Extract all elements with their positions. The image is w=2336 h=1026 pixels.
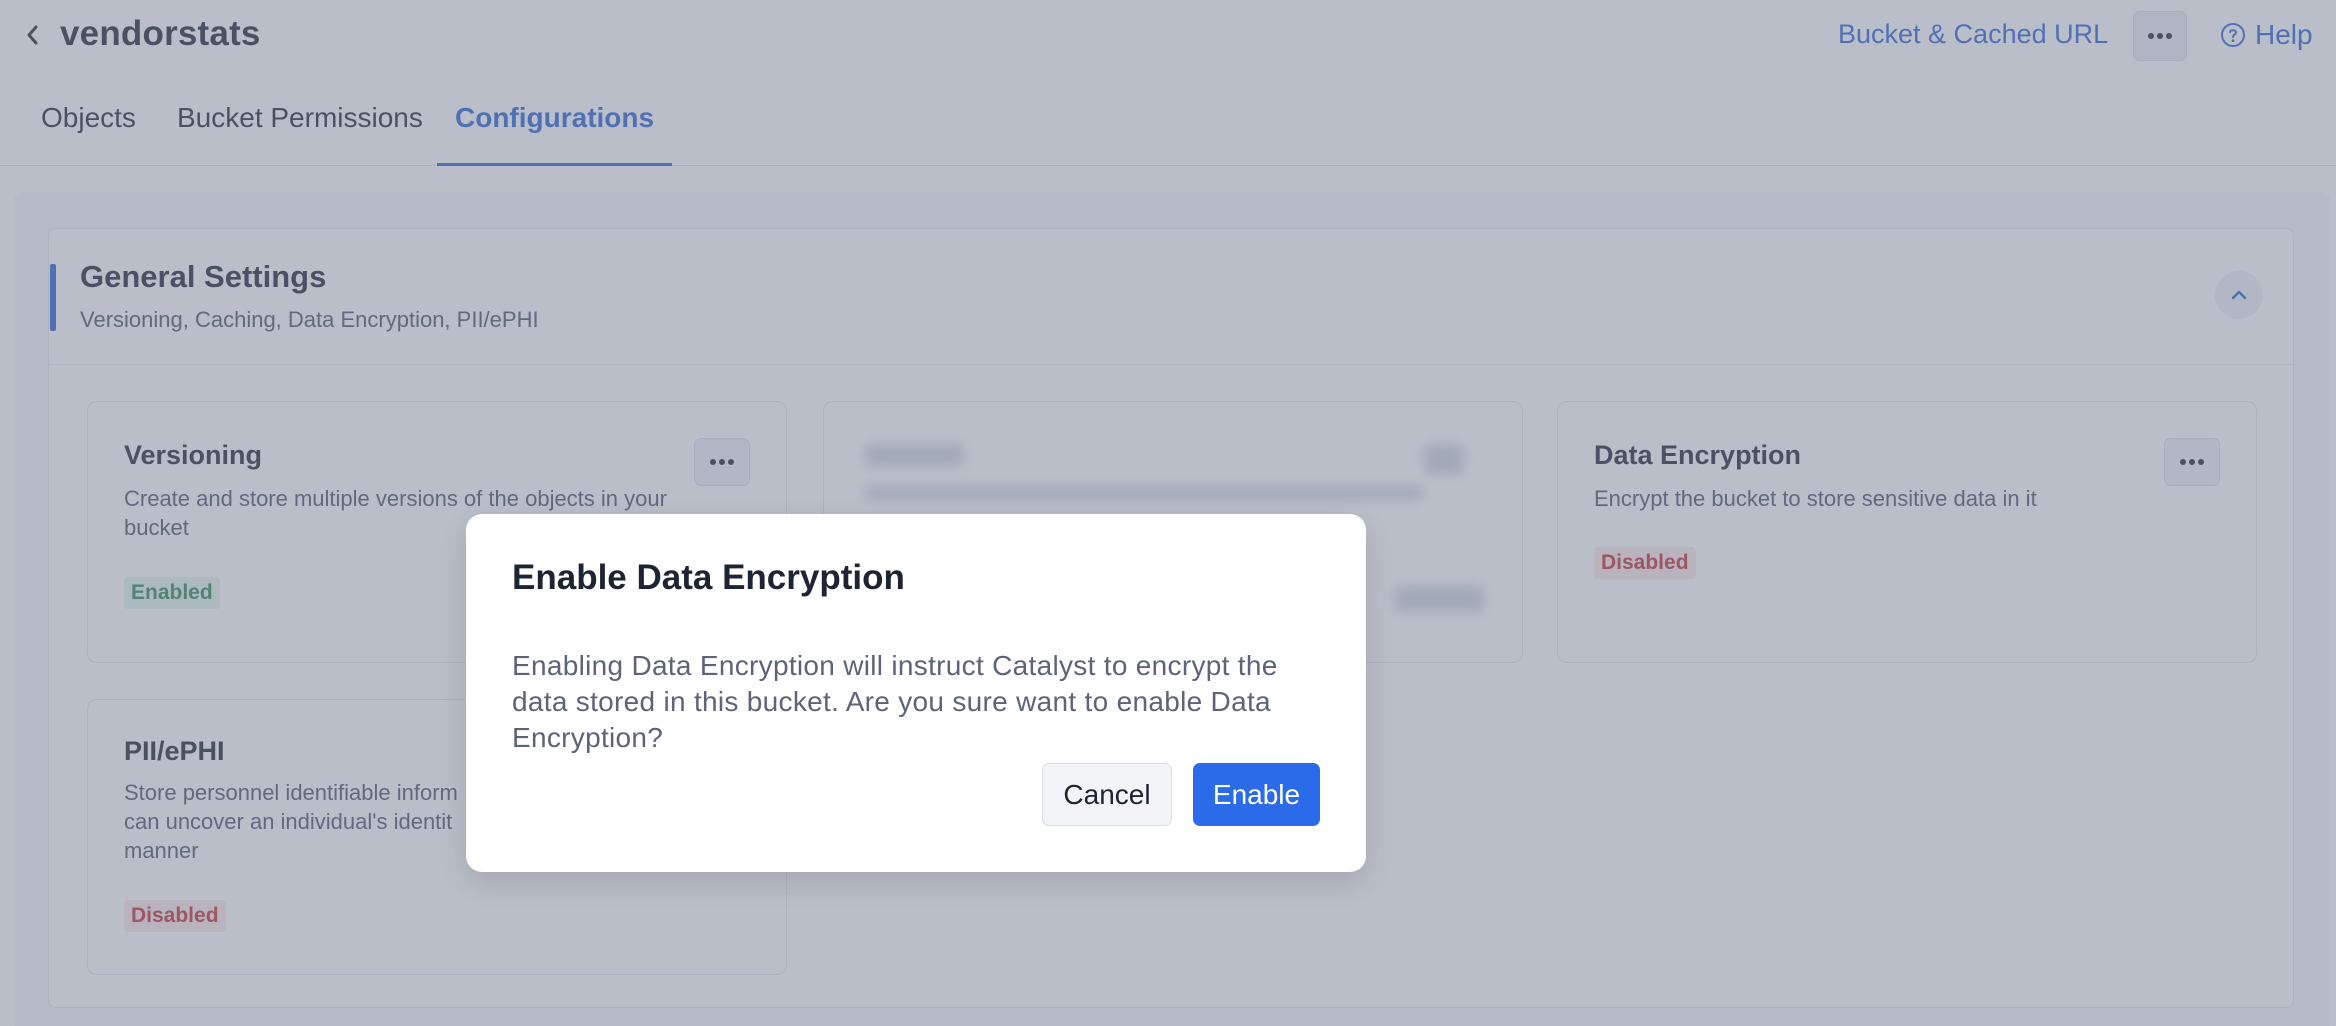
cancel-button[interactable]: Cancel [1042,763,1172,826]
dialog-title: Enable Data Encryption [512,558,905,597]
modal-overlay[interactable] [0,0,2336,1026]
dialog-message: Enabling Data Encryption will instruct C… [512,650,1278,753]
enable-encryption-dialog: Enable Data Encryption Enabling Data Enc… [466,514,1366,872]
enable-button[interactable]: Enable [1193,763,1320,826]
